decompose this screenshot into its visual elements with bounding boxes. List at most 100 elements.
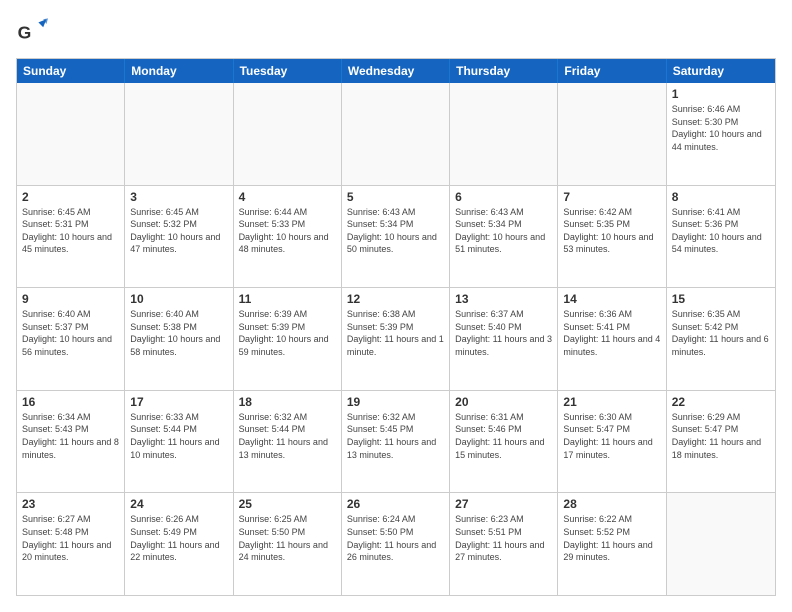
cell-info: Sunrise: 6:43 AMSunset: 5:34 PMDaylight:… — [455, 206, 552, 256]
cell-info: Sunrise: 6:29 AMSunset: 5:47 PMDaylight:… — [672, 411, 770, 461]
cell-info: Sunrise: 6:40 AMSunset: 5:38 PMDaylight:… — [130, 308, 227, 358]
calendar-row-0: 1 Sunrise: 6:46 AMSunset: 5:30 PMDaylight… — [17, 83, 775, 185]
day-cell-14: 14Sunrise: 6:36 AMSunset: 5:41 PMDayligh… — [558, 288, 666, 390]
empty-cell — [667, 493, 775, 595]
day-number: 19 — [347, 395, 444, 409]
day-cell-2: 2Sunrise: 6:45 AMSunset: 5:31 PMDaylight… — [17, 186, 125, 288]
day-cell-6: 6 Sunrise: 6:43 AMSunset: 5:34 PMDaylight… — [450, 186, 558, 288]
weekday-header-friday: Friday — [558, 59, 666, 83]
weekday-header-monday: Monday — [125, 59, 233, 83]
day-number: 15 — [672, 292, 770, 306]
day-cell-20: 20 Sunrise: 6:31 AMSunset: 5:46 PMDayligh… — [450, 391, 558, 493]
logo-icon: G — [16, 16, 48, 48]
day-cell-18: 18Sunrise: 6:32 AMSunset: 5:44 PMDayligh… — [234, 391, 342, 493]
day-cell-5: 5 Sunrise: 6:43 AMSunset: 5:34 PMDaylight… — [342, 186, 450, 288]
day-cell-3: 3 Sunrise: 6:45 AMSunset: 5:32 PMDaylight… — [125, 186, 233, 288]
cell-info: Sunrise: 6:24 AMSunset: 5:50 PMDaylight:… — [347, 513, 444, 563]
cell-info: Sunrise: 6:27 AMSunset: 5:48 PMDaylight:… — [22, 513, 119, 563]
day-cell-16: 16 Sunrise: 6:34 AMSunset: 5:43 PMDayligh… — [17, 391, 125, 493]
cell-info: Sunrise: 6:41 AMSunset: 5:36 PMDaylight:… — [672, 206, 770, 256]
day-cell-1: 1 Sunrise: 6:46 AMSunset: 5:30 PMDaylight… — [667, 83, 775, 185]
day-number: 16 — [22, 395, 119, 409]
cell-info: Sunrise: 6:34 AMSunset: 5:43 PMDaylight:… — [22, 411, 119, 461]
day-number: 11 — [239, 292, 336, 306]
cell-info: Sunrise: 6:39 AMSunset: 5:39 PMDaylight:… — [239, 308, 336, 358]
day-cell-17: 17 Sunrise: 6:33 AMSunset: 5:44 PMDayligh… — [125, 391, 233, 493]
day-number: 7 — [563, 190, 660, 204]
empty-cell — [234, 83, 342, 185]
day-number: 28 — [563, 497, 660, 511]
calendar-row-3: 16 Sunrise: 6:34 AMSunset: 5:43 PMDayligh… — [17, 390, 775, 493]
cell-info: Sunrise: 6:22 AMSunset: 5:52 PMDaylight:… — [563, 513, 660, 563]
day-number: 14 — [563, 292, 660, 306]
cell-info: Sunrise: 6:32 AMSunset: 5:45 PMDaylight:… — [347, 411, 444, 461]
weekday-header-wednesday: Wednesday — [342, 59, 450, 83]
day-cell-15: 15 Sunrise: 6:35 AMSunset: 5:42 PMDayligh… — [667, 288, 775, 390]
day-number: 10 — [130, 292, 227, 306]
cell-info: Sunrise: 6:38 AMSunset: 5:39 PMDaylight:… — [347, 308, 444, 358]
day-cell-23: 23 Sunrise: 6:27 AMSunset: 5:48 PMDayligh… — [17, 493, 125, 595]
weekday-header-sunday: Sunday — [17, 59, 125, 83]
empty-cell — [558, 83, 666, 185]
day-cell-7: 7 Sunrise: 6:42 AMSunset: 5:35 PMDaylight… — [558, 186, 666, 288]
cell-info: Sunrise: 6:30 AMSunset: 5:47 PMDaylight:… — [563, 411, 660, 461]
cell-info: Sunrise: 6:46 AMSunset: 5:30 PMDaylight:… — [672, 103, 770, 153]
logo: G — [16, 16, 52, 48]
empty-cell — [125, 83, 233, 185]
day-cell-9: 9Sunrise: 6:40 AMSunset: 5:37 PMDaylight… — [17, 288, 125, 390]
day-number: 8 — [672, 190, 770, 204]
day-cell-11: 11 Sunrise: 6:39 AMSunset: 5:39 PMDayligh… — [234, 288, 342, 390]
cell-info: Sunrise: 6:44 AMSunset: 5:33 PMDaylight:… — [239, 206, 336, 256]
day-cell-22: 22 Sunrise: 6:29 AMSunset: 5:47 PMDayligh… — [667, 391, 775, 493]
day-cell-21: 21 Sunrise: 6:30 AMSunset: 5:47 PMDayligh… — [558, 391, 666, 493]
day-number: 20 — [455, 395, 552, 409]
day-number: 4 — [239, 190, 336, 204]
weekday-header-tuesday: Tuesday — [234, 59, 342, 83]
day-cell-10: 10 Sunrise: 6:40 AMSunset: 5:38 PMDayligh… — [125, 288, 233, 390]
weekday-header-thursday: Thursday — [450, 59, 558, 83]
cell-info: Sunrise: 6:31 AMSunset: 5:46 PMDaylight:… — [455, 411, 552, 461]
day-cell-26: 26Sunrise: 6:24 AMSunset: 5:50 PMDayligh… — [342, 493, 450, 595]
day-number: 6 — [455, 190, 552, 204]
day-number: 25 — [239, 497, 336, 511]
calendar-row-4: 23 Sunrise: 6:27 AMSunset: 5:48 PMDayligh… — [17, 492, 775, 595]
day-number: 21 — [563, 395, 660, 409]
empty-cell — [450, 83, 558, 185]
cell-info: Sunrise: 6:40 AMSunset: 5:37 PMDaylight:… — [22, 308, 119, 358]
cell-info: Sunrise: 6:45 AMSunset: 5:32 PMDaylight:… — [130, 206, 227, 256]
day-number: 22 — [672, 395, 770, 409]
calendar-header: SundayMondayTuesdayWednesdayThursdayFrid… — [17, 59, 775, 83]
svg-text:G: G — [18, 22, 32, 42]
empty-cell — [342, 83, 450, 185]
header: G — [16, 16, 776, 48]
day-cell-24: 24Sunrise: 6:26 AMSunset: 5:49 PMDayligh… — [125, 493, 233, 595]
day-cell-28: 28 Sunrise: 6:22 AMSunset: 5:52 PMDayligh… — [558, 493, 666, 595]
day-number: 13 — [455, 292, 552, 306]
day-number: 1 — [672, 87, 770, 101]
calendar: SundayMondayTuesdayWednesdayThursdayFrid… — [16, 58, 776, 596]
page: G SundayMondayTuesdayWednesdayThursdayFr… — [0, 0, 792, 612]
cell-info: Sunrise: 6:23 AMSunset: 5:51 PMDaylight:… — [455, 513, 552, 563]
calendar-row-2: 9Sunrise: 6:40 AMSunset: 5:37 PMDaylight… — [17, 287, 775, 390]
weekday-header-saturday: Saturday — [667, 59, 775, 83]
cell-info: Sunrise: 6:25 AMSunset: 5:50 PMDaylight:… — [239, 513, 336, 563]
day-number: 12 — [347, 292, 444, 306]
day-number: 27 — [455, 497, 552, 511]
day-cell-25: 25 Sunrise: 6:25 AMSunset: 5:50 PMDayligh… — [234, 493, 342, 595]
day-number: 2 — [22, 190, 119, 204]
cell-info: Sunrise: 6:33 AMSunset: 5:44 PMDaylight:… — [130, 411, 227, 461]
cell-info: Sunrise: 6:37 AMSunset: 5:40 PMDaylight:… — [455, 308, 552, 358]
day-cell-13: 13 Sunrise: 6:37 AMSunset: 5:40 PMDayligh… — [450, 288, 558, 390]
day-number: 24 — [130, 497, 227, 511]
cell-info: Sunrise: 6:35 AMSunset: 5:42 PMDaylight:… — [672, 308, 770, 358]
cell-info: Sunrise: 6:43 AMSunset: 5:34 PMDaylight:… — [347, 206, 444, 256]
day-cell-8: 8 Sunrise: 6:41 AMSunset: 5:36 PMDaylight… — [667, 186, 775, 288]
cell-info: Sunrise: 6:32 AMSunset: 5:44 PMDaylight:… — [239, 411, 336, 461]
day-number: 3 — [130, 190, 227, 204]
empty-cell — [17, 83, 125, 185]
day-number: 5 — [347, 190, 444, 204]
day-number: 17 — [130, 395, 227, 409]
calendar-row-1: 2Sunrise: 6:45 AMSunset: 5:31 PMDaylight… — [17, 185, 775, 288]
cell-info: Sunrise: 6:42 AMSunset: 5:35 PMDaylight:… — [563, 206, 660, 256]
day-number: 23 — [22, 497, 119, 511]
